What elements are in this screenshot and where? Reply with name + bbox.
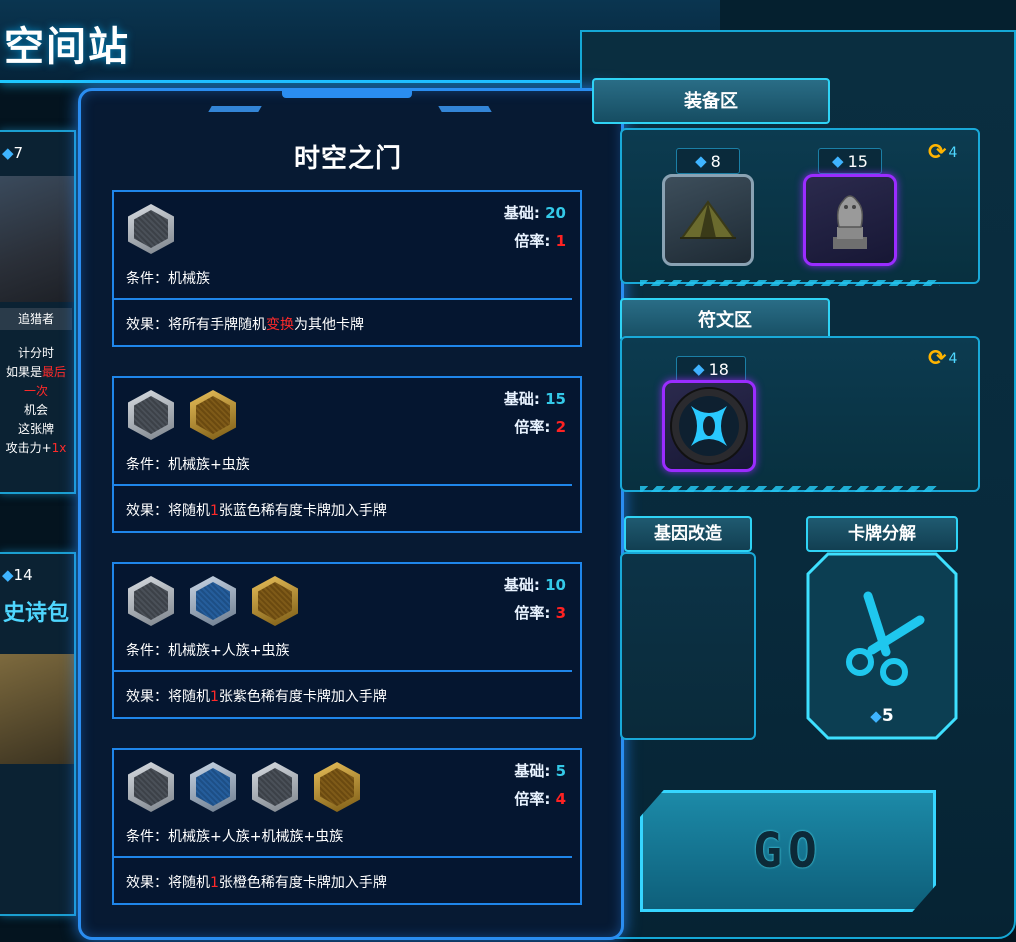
card-divider (114, 298, 572, 300)
mech-tribe-icon (128, 390, 174, 440)
modal-ornament-right (438, 106, 492, 112)
condition-text: 条件：机械族 (126, 271, 210, 287)
tribe-icon-row (128, 576, 298, 626)
rune-icon (670, 387, 748, 465)
go-button-label: GO (753, 823, 823, 879)
page-title: 空间站 (4, 24, 130, 70)
gene-panel[interactable] (620, 552, 756, 740)
multiplier: 倍率: 2 (514, 418, 566, 436)
rune-refresh-button[interactable]: ⟳ 4 (928, 346, 957, 371)
left-card-desc: 计分时 如果是最后一次 机会 这张牌 攻击力+1x (5, 346, 67, 455)
gem-icon: ◆ (695, 152, 707, 170)
left-card-name: 追猎者 (0, 308, 72, 330)
card-divider (114, 856, 572, 858)
modal-ornament-left (208, 106, 262, 112)
human-tribe-icon (190, 576, 236, 626)
mech-tribe-icon (128, 762, 174, 812)
mech-tribe-icon (128, 204, 174, 254)
left-card-epic-pack[interactable]: ◆14 史诗包 (0, 552, 76, 916)
multiplier: 倍率: 1 (514, 232, 566, 250)
card-divider (114, 670, 572, 672)
scissors-icon (846, 591, 925, 686)
human-tribe-icon (190, 762, 236, 812)
left-card-stalker[interactable]: ◆7 追猎者 计分时 如果是最后一次 机会 这张牌 攻击力+1x (0, 130, 76, 494)
equipment-item-price: ◆ 8 (676, 148, 740, 174)
tribe-bonus-card: 基础: 5 倍率: 4 条件：机械族+人族+机械族+虫族效果：将随机1张橙色稀有度卡… (112, 748, 582, 905)
rune-item[interactable] (662, 380, 756, 472)
decompose-price: ◆5 (870, 706, 894, 726)
base-score: 基础: 15 (503, 390, 566, 408)
gem-icon: ◆ (870, 707, 882, 725)
equipment-stripe (640, 280, 940, 286)
stalker-portrait (0, 176, 74, 302)
condition-text: 条件：机械族+人族+虫族 (126, 643, 290, 659)
left-card-name: 史诗包 (2, 601, 69, 626)
condition-text: 条件：机械族+虫族 (126, 457, 250, 473)
multiplier: 倍率: 3 (514, 604, 566, 622)
go-button[interactable]: GO (640, 790, 936, 912)
refresh-icon: ⟳ (928, 346, 947, 371)
effect-text: 效果：将随机1张蓝色稀有度卡牌加入手牌 (126, 503, 387, 519)
gem-icon: ◆ (693, 360, 705, 378)
gem-icon: ◆ (2, 566, 14, 584)
effect-text: 效果：将随机1张橙色稀有度卡牌加入手牌 (126, 875, 387, 891)
card-divider (114, 484, 572, 486)
left-card-price: ◆7 (2, 144, 24, 162)
equipment-item-statue[interactable] (803, 174, 897, 266)
rune-item-price: ◆ 18 (676, 356, 746, 382)
base-score: 基础: 5 (514, 762, 566, 780)
equipment-refresh-button[interactable]: ⟳ 4 (928, 140, 957, 165)
bug-tribe-icon (314, 762, 360, 812)
decompose-panel[interactable]: ◆5 (806, 552, 958, 740)
left-card-price: ◆14 (2, 566, 33, 584)
base-score: 基础: 10 (503, 576, 566, 594)
mech-tribe-icon (252, 762, 298, 812)
condition-text: 条件：机械族+人族+机械族+虫族 (126, 829, 344, 845)
effect-text: 效果：将所有手牌随机变换为其他卡牌 (126, 317, 364, 333)
bug-tribe-icon (252, 576, 298, 626)
multiplier: 倍率: 4 (514, 790, 566, 808)
tribe-bonus-card: 基础: 20 倍率: 1 条件：机械族效果：将所有手牌随机变换为其他卡牌 (112, 190, 582, 347)
equipment-section-label: 装备区 (592, 78, 830, 124)
epic-pack-image (0, 654, 74, 764)
modal-top-ornament (282, 88, 412, 98)
refresh-icon: ⟳ (928, 140, 947, 165)
gem-icon: ◆ (832, 152, 844, 170)
equipment-item-tent[interactable] (662, 174, 754, 266)
decompose-section-label: 卡牌分解 (806, 516, 958, 552)
gem-icon: ◆ (2, 144, 14, 162)
gene-section-label: 基因改造 (624, 516, 752, 552)
tribe-icon-row (128, 204, 174, 254)
mech-tribe-icon (128, 576, 174, 626)
top-right-frame (720, 0, 1016, 32)
statue-icon (833, 195, 867, 249)
tent-icon (680, 200, 736, 239)
base-score: 基础: 20 (503, 204, 566, 222)
effect-text: 效果：将随机1张紫色稀有度卡牌加入手牌 (126, 689, 387, 705)
bug-tribe-icon (190, 390, 236, 440)
tribe-bonus-card: 基础: 15 倍率: 2 条件：机械族+虫族效果：将随机1张蓝色稀有度卡牌加入手牌 (112, 376, 582, 533)
tribe-bonus-card: 基础: 10 倍率: 3 条件：机械族+人族+虫族效果：将随机1张紫色稀有度卡牌加入… (112, 562, 582, 719)
tribe-icon-row (128, 762, 360, 812)
tribe-icon-row (128, 390, 236, 440)
modal-title: 时空之门 (293, 144, 402, 174)
rune-stripe (640, 486, 940, 492)
equipment-item-price: ◆ 15 (818, 148, 882, 174)
